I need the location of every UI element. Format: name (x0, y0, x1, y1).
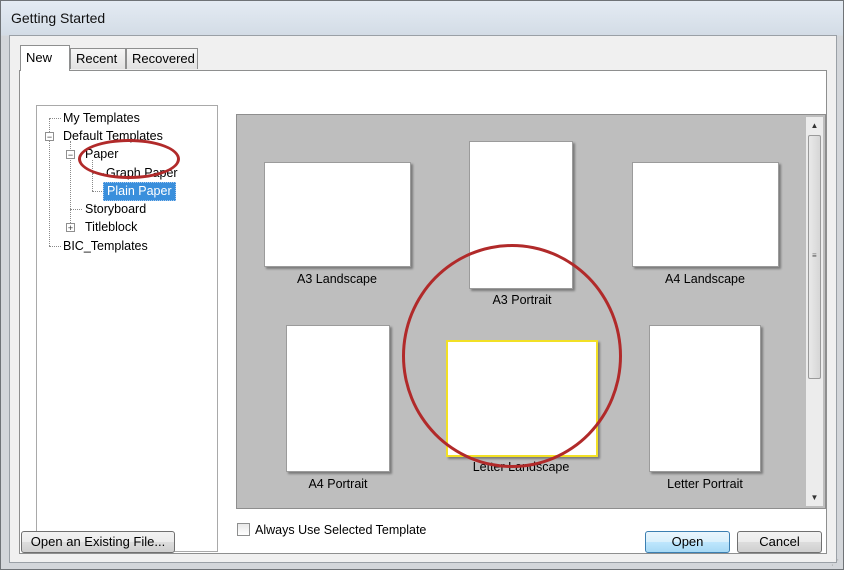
scroll-up-arrow-icon[interactable]: ▲ (806, 117, 823, 134)
expand-icon[interactable]: + (66, 223, 75, 233)
tree-node-default-templates[interactable]: Default Templates (63, 129, 163, 144)
page-thumbnail[interactable] (469, 141, 573, 289)
tree-node-titleblock[interactable]: Titleblock (85, 220, 137, 235)
always-use-template-checkbox[interactable] (237, 523, 250, 536)
getting-started-dialog: Getting Started New Recent Recovered My … (0, 0, 844, 570)
page-thumbnail[interactable] (286, 325, 390, 472)
gallery-scrollbar[interactable]: ▲ ≡ ▼ (806, 117, 823, 506)
tree-node-paper[interactable]: Paper (85, 147, 118, 162)
tab-new[interactable]: New (20, 45, 70, 71)
tree-line (70, 209, 82, 210)
tree-node-storyboard[interactable]: Storyboard (85, 202, 146, 217)
tab-new-label: New (26, 50, 53, 65)
tree-node-plain-paper[interactable]: Plain Paper (103, 182, 176, 201)
tree-node-bic-templates[interactable]: BIC_Templates (63, 239, 148, 254)
window-title: Getting Started (11, 10, 106, 26)
page-thumbnail[interactable] (264, 162, 411, 267)
tab-recent-label: Recent (76, 51, 118, 66)
cancel-button[interactable]: Cancel (737, 531, 822, 553)
page-thumbnail-selected[interactable] (446, 340, 598, 457)
open-button[interactable]: Open (645, 531, 730, 553)
template-label: A4 Portrait (308, 477, 368, 491)
open-existing-file-button[interactable]: Open an Existing File... (21, 531, 175, 553)
always-use-template-label[interactable]: Always Use Selected Template (255, 523, 426, 537)
page-thumbnail[interactable] (649, 325, 761, 472)
page-thumbnail[interactable] (632, 162, 779, 267)
grip-icon: ≡ (812, 251, 817, 260)
tab-recent[interactable]: Recent (70, 48, 126, 69)
template-label: A4 Landscape (665, 272, 745, 286)
template-label: A3 Landscape (297, 272, 377, 286)
tree-line (49, 118, 61, 119)
tab-recovered-label: Recovered (132, 51, 195, 66)
scroll-down-arrow-icon[interactable]: ▼ (806, 489, 823, 506)
template-label: Letter Portrait (667, 477, 743, 491)
template-label: Letter Landscape (472, 460, 570, 474)
resize-grip-icon[interactable]: ⋰ (831, 559, 839, 567)
tree-line (49, 246, 61, 247)
tree-line (92, 173, 104, 174)
scroll-thumb[interactable]: ≡ (808, 135, 821, 379)
template-gallery: A3 Landscape A3 Portrait A4 Landscape A4… (236, 114, 826, 509)
dialog-body: New Recent Recovered My Templates − Defa… (9, 35, 837, 563)
tab-recovered[interactable]: Recovered (126, 48, 198, 69)
title-bar[interactable]: Getting Started (1, 1, 843, 35)
collapse-icon[interactable]: − (66, 150, 75, 160)
tree-line (92, 160, 93, 191)
tab-panel-new: My Templates − Default Templates − Paper… (19, 70, 827, 554)
template-label: A3 Portrait (492, 293, 552, 307)
tree-node-graph-paper[interactable]: Graph Paper (106, 166, 178, 181)
template-tree[interactable]: My Templates − Default Templates − Paper… (36, 105, 218, 552)
tree-node-my-templates[interactable]: My Templates (63, 111, 140, 126)
collapse-icon[interactable]: − (45, 132, 54, 142)
